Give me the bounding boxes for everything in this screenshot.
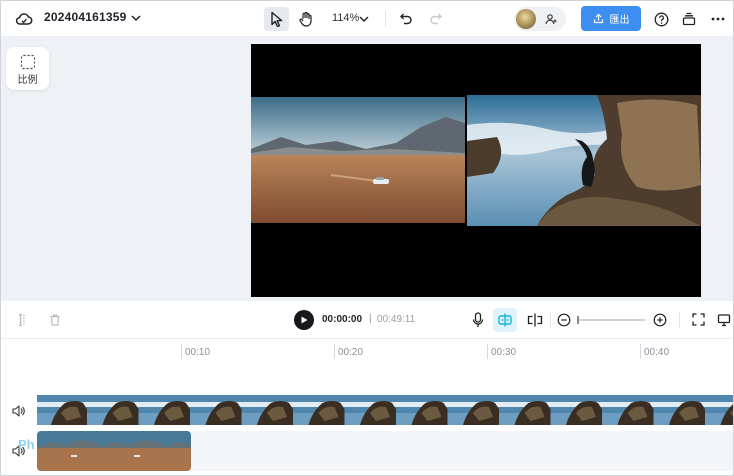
upload-icon: [593, 13, 603, 24]
export-button[interactable]: 匯出: [581, 6, 641, 31]
select-tool-button[interactable]: [264, 7, 289, 31]
timeline-zoom-slider[interactable]: [577, 319, 645, 321]
help-icon: [654, 12, 668, 26]
layers-icon: [682, 12, 696, 26]
tick-mark: [181, 344, 182, 359]
zoom-level[interactable]: 114%: [332, 12, 359, 24]
tick-mark: [334, 344, 335, 359]
redo-icon: [430, 13, 442, 25]
time-separator: |: [369, 313, 372, 324]
split-icon: [19, 313, 25, 327]
timeline-panel[interactable]: 00:10 00:20 00:30 00:40 Ph: [1, 339, 733, 475]
split-button[interactable]: [14, 311, 32, 329]
snap-button[interactable]: [525, 310, 545, 330]
project-title[interactable]: 202404161359: [44, 10, 127, 24]
fullscreen-icon: [692, 313, 705, 326]
zoom-in-icon: [653, 313, 666, 326]
layers-button[interactable]: [680, 10, 698, 28]
aspect-ratio-button[interactable]: 比例: [6, 47, 49, 90]
collaborators[interactable]: [514, 7, 566, 31]
trash-icon: [50, 314, 60, 326]
tick-mark: [640, 344, 641, 359]
delete-button[interactable]: [46, 311, 64, 329]
auto-cut-icon: [498, 313, 512, 327]
chevron-down-icon[interactable]: [358, 12, 370, 26]
fullscreen-button[interactable]: [690, 311, 707, 328]
main-video-track[interactable]: [37, 395, 733, 425]
zoom-out-button[interactable]: [555, 311, 572, 328]
hand-tool-button[interactable]: [293, 7, 318, 31]
export-label: 匯出: [609, 15, 630, 26]
secondary-clip-thumbnails: [37, 431, 191, 471]
preview-workspace: 比例: [1, 37, 733, 301]
monitor-button[interactable]: [715, 311, 732, 328]
preview-canvas[interactable]: [251, 44, 701, 297]
microphone-button[interactable]: [469, 310, 487, 330]
avatar[interactable]: [516, 9, 536, 29]
cursor-icon: [270, 11, 282, 27]
divider: [550, 312, 551, 328]
aspect-ratio-label: 比例: [17, 75, 38, 86]
top-toolbar: 202404161359 114% 匯出: [1, 1, 733, 37]
tick-label: 00:20: [338, 347, 364, 358]
hand-icon: [298, 11, 312, 27]
play-icon: [301, 316, 308, 324]
monitor-icon: [717, 313, 730, 326]
main-clip-thumbnails: [37, 395, 733, 425]
tick-label: 00:40: [644, 347, 670, 358]
watermark-text: Ph: [18, 437, 35, 452]
microphone-icon: [472, 312, 484, 327]
more-icon: [711, 17, 725, 21]
chevron-down-icon[interactable]: [129, 11, 143, 25]
volume-icon[interactable]: [10, 403, 26, 419]
timeline-zoom-knob[interactable]: [577, 316, 579, 324]
add-user-icon[interactable]: [542, 11, 560, 27]
secondary-video-track[interactable]: [37, 431, 191, 471]
timeline-ruler[interactable]: 00:10 00:20 00:30 00:40: [37, 339, 733, 359]
divider: [385, 11, 386, 27]
cloud-icon[interactable]: [14, 10, 34, 28]
desert-car-clip[interactable]: [251, 97, 465, 223]
auto-cut-button[interactable]: [493, 308, 517, 332]
divider: [679, 312, 680, 328]
play-button[interactable]: [294, 310, 314, 330]
current-time: 00:00:00: [322, 314, 363, 325]
snap-icon: [527, 313, 543, 327]
tick-label: 00:30: [491, 347, 517, 358]
more-button[interactable]: [709, 10, 727, 28]
coast-bird-clip[interactable]: [467, 95, 701, 226]
playback-controls: 00:00:00 | 00:49:11: [1, 301, 733, 339]
tick-mark: [487, 344, 488, 359]
total-duration: 00:49:11: [377, 314, 416, 325]
help-button[interactable]: [652, 10, 670, 28]
zoom-in-button[interactable]: [651, 311, 668, 328]
zoom-out-icon: [557, 313, 570, 326]
aspect-ratio-icon: [19, 53, 36, 70]
undo-button[interactable]: [396, 9, 416, 29]
app-window: 202404161359 114% 匯出 比例 00:00:00 | 00:49…: [0, 0, 734, 476]
redo-button[interactable]: [426, 9, 446, 29]
undo-icon: [400, 13, 412, 25]
tick-label: 00:10: [185, 347, 211, 358]
